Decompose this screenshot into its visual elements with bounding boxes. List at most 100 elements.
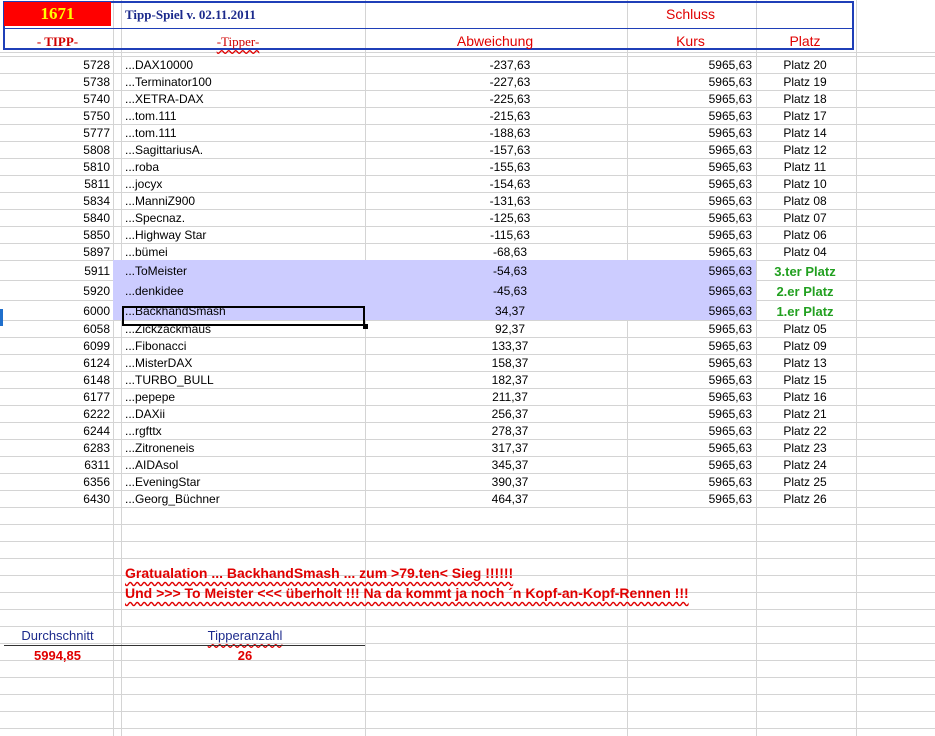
abweichung-cell[interactable]: 182,37: [365, 372, 655, 389]
tipper-cell[interactable]: ...rgfttx: [125, 423, 363, 440]
platz-cell[interactable]: Platz 26: [756, 491, 854, 508]
tipper-cell[interactable]: ...AIDAsol: [125, 457, 363, 474]
tipper-cell[interactable]: ...Terminator100: [125, 74, 363, 91]
platz-cell[interactable]: Platz 19: [756, 74, 854, 91]
tipper-cell[interactable]: ...ManniZ900: [125, 193, 363, 210]
sheet-title[interactable]: Tipp-Spiel v. 02.11.2011: [125, 7, 256, 23]
tipp-cell[interactable]: 6124: [4, 355, 110, 372]
tipper-cell[interactable]: ...Georg_Büchner: [125, 491, 363, 508]
platz-cell[interactable]: Platz 23: [756, 440, 854, 457]
info-message[interactable]: Und >>> To Meister <<< überholt !!! Na d…: [125, 585, 689, 601]
platz-cell[interactable]: Platz 04: [756, 244, 854, 261]
tipper-cell[interactable]: ...Zitroneneis: [125, 440, 363, 457]
tipp-cell[interactable]: 6000: [4, 303, 110, 320]
abweichung-cell[interactable]: -125,63: [365, 210, 655, 227]
platz-cell[interactable]: 1.er Platz: [756, 303, 854, 320]
abweichung-cell[interactable]: 345,37: [365, 457, 655, 474]
tipper-cell[interactable]: ...roba: [125, 159, 363, 176]
kurs-cell[interactable]: 5965,63: [627, 142, 752, 159]
abweichung-cell[interactable]: -154,63: [365, 176, 655, 193]
platz-cell[interactable]: Platz 25: [756, 474, 854, 491]
tipp-cell[interactable]: 5840: [4, 210, 110, 227]
platz-cell[interactable]: Platz 18: [756, 91, 854, 108]
tipp-cell[interactable]: 5810: [4, 159, 110, 176]
tipp-cell[interactable]: 5850: [4, 227, 110, 244]
tipp-cell[interactable]: 5777: [4, 125, 110, 142]
tipp-cell[interactable]: 6099: [4, 338, 110, 355]
kurs-cell[interactable]: 5965,63: [627, 91, 752, 108]
abweichung-cell[interactable]: -45,63: [365, 283, 655, 300]
tipper-cell[interactable]: ...pepepe: [125, 389, 363, 406]
platz-cell[interactable]: 3.ter Platz: [756, 263, 854, 280]
tipp-cell[interactable]: 5750: [4, 108, 110, 125]
platz-cell[interactable]: Platz 07: [756, 210, 854, 227]
kurs-cell[interactable]: 5965,63: [627, 303, 752, 320]
tipp-cell[interactable]: 5728: [4, 57, 110, 74]
tipp-number-badge[interactable]: 1671: [4, 2, 111, 26]
tipper-cell[interactable]: ...denkidee: [125, 283, 363, 300]
abweichung-cell[interactable]: 158,37: [365, 355, 655, 372]
abweichung-cell[interactable]: -68,63: [365, 244, 655, 261]
tipper-cell[interactable]: ...Fibonacci: [125, 338, 363, 355]
tipper-cell[interactable]: ...Specnaz.: [125, 210, 363, 227]
kurs-cell[interactable]: 5965,63: [627, 227, 752, 244]
kurs-cell[interactable]: 5965,63: [627, 474, 752, 491]
tipper-cell[interactable]: ...EveningStar: [125, 474, 363, 491]
abweichung-cell[interactable]: 256,37: [365, 406, 655, 423]
platz-cell[interactable]: Platz 14: [756, 125, 854, 142]
tipp-cell[interactable]: 5897: [4, 244, 110, 261]
tipp-cell[interactable]: 6244: [4, 423, 110, 440]
platz-cell[interactable]: Platz 24: [756, 457, 854, 474]
schluss-label[interactable]: Schluss: [627, 6, 754, 23]
abweichung-cell[interactable]: -237,63: [365, 57, 655, 74]
tipper-cell[interactable]: ...DAX10000: [125, 57, 363, 74]
platz-cell[interactable]: Platz 12: [756, 142, 854, 159]
kurs-cell[interactable]: 5965,63: [627, 423, 752, 440]
congrats-message[interactable]: Gratualation ... BackhandSmash ... zum >…: [125, 565, 513, 581]
abweichung-cell[interactable]: 464,37: [365, 491, 655, 508]
kurs-cell[interactable]: 5965,63: [627, 108, 752, 125]
abweichung-cell[interactable]: -188,63: [365, 125, 655, 142]
platz-cell[interactable]: Platz 10: [756, 176, 854, 193]
tipp-cell[interactable]: 5811: [4, 176, 110, 193]
average-label[interactable]: Durchschnitt: [4, 627, 111, 644]
platz-cell[interactable]: Platz 15: [756, 372, 854, 389]
platz-cell[interactable]: Platz 16: [756, 389, 854, 406]
kurs-cell[interactable]: 5965,63: [627, 193, 752, 210]
platz-cell[interactable]: Platz 22: [756, 423, 854, 440]
abweichung-cell[interactable]: -131,63: [365, 193, 655, 210]
kurs-cell[interactable]: 5965,63: [627, 406, 752, 423]
abweichung-cell[interactable]: 317,37: [365, 440, 655, 457]
platz-cell[interactable]: Platz 09: [756, 338, 854, 355]
tipp-cell[interactable]: 6222: [4, 406, 110, 423]
platz-cell[interactable]: Platz 13: [756, 355, 854, 372]
abweichung-cell[interactable]: 34,37: [365, 303, 655, 320]
platz-cell[interactable]: Platz 17: [756, 108, 854, 125]
tipper-cell[interactable]: ...ToMeister: [125, 263, 363, 280]
tipp-cell[interactable]: 6177: [4, 389, 110, 406]
tipp-cell[interactable]: 6311: [4, 457, 110, 474]
tipper-cell[interactable]: ...XETRA-DAX: [125, 91, 363, 108]
kurs-cell[interactable]: 5965,63: [627, 283, 752, 300]
abweichung-cell[interactable]: -157,63: [365, 142, 655, 159]
abweichung-cell[interactable]: -225,63: [365, 91, 655, 108]
tipp-cell[interactable]: 6283: [4, 440, 110, 457]
tipper-cell[interactable]: ...TURBO_BULL: [125, 372, 363, 389]
kurs-cell[interactable]: 5965,63: [627, 355, 752, 372]
tipp-cell[interactable]: 5740: [4, 91, 110, 108]
average-value[interactable]: 5994,85: [4, 647, 111, 664]
kurs-cell[interactable]: 5965,63: [627, 159, 752, 176]
tipper-cell[interactable]: ...DAXii: [125, 406, 363, 423]
tipper-cell[interactable]: ...SagittariusA.: [125, 142, 363, 159]
col-header-tipp[interactable]: - TIPP-: [4, 33, 111, 50]
selected-cell[interactable]: [122, 306, 365, 326]
kurs-cell[interactable]: 5965,63: [627, 321, 752, 338]
count-label[interactable]: Tipperanzahl: [180, 627, 310, 644]
platz-cell[interactable]: Platz 05: [756, 321, 854, 338]
abweichung-cell[interactable]: -215,63: [365, 108, 655, 125]
kurs-cell[interactable]: 5965,63: [627, 210, 752, 227]
tipper-cell[interactable]: ...tom.111: [125, 108, 363, 125]
abweichung-cell[interactable]: 390,37: [365, 474, 655, 491]
col-header-abweichung[interactable]: Abweichung: [365, 33, 625, 50]
kurs-cell[interactable]: 5965,63: [627, 372, 752, 389]
